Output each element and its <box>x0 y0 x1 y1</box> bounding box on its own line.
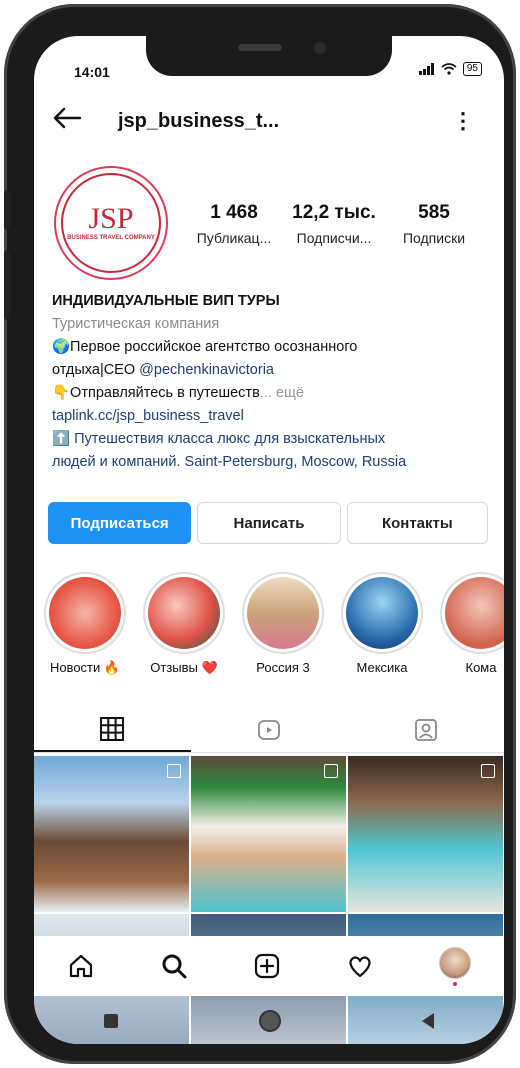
bio-line: отдыха|CEO @pechenkinavictoria <box>52 359 492 382</box>
brand-logo: JSP BUSINESS TRAVEL COMPANY <box>61 173 161 273</box>
add-icon[interactable] <box>253 952 281 980</box>
highlight-item[interactable]: Кома <box>440 572 504 676</box>
bio-website-link[interactable]: taplink.cc/jsp_business_travel <box>52 405 492 428</box>
highlight-label: Мексика <box>356 660 408 675</box>
recents-icon[interactable] <box>104 1014 119 1028</box>
stat-label: Подписчи... <box>296 230 372 246</box>
tagged-icon <box>414 719 437 741</box>
highlight-cover <box>445 577 504 649</box>
logo-subtext: BUSINESS TRAVEL COMPANY <box>67 235 155 241</box>
highlight-cover <box>49 577 121 649</box>
stat-value: 585 <box>418 202 450 223</box>
back-triangle-icon[interactable] <box>421 1013 434 1029</box>
highlight-label: Кома <box>465 660 497 675</box>
speaker <box>238 44 282 51</box>
stat-following[interactable]: 585 Подписки <box>384 202 484 246</box>
tab-tagged[interactable] <box>347 708 504 752</box>
profile-avatar[interactable] <box>439 946 472 986</box>
stat-value: 12,2 тыс. <box>292 202 376 223</box>
multi-post-icon <box>167 764 181 778</box>
status-icons: 95 <box>418 62 482 76</box>
top-bar: jsp_business_t... ⋮ <box>34 106 504 142</box>
highlight-item[interactable]: Мексика <box>341 572 423 676</box>
profile-username: jsp_business_t... <box>118 110 280 132</box>
tab-reels[interactable] <box>191 708 348 752</box>
tab-grid[interactable] <box>34 708 191 752</box>
profile-avatar[interactable]: JSP BUSINESS TRAVEL COMPANY <box>54 166 168 280</box>
stat-followers[interactable]: 12,2 тыс. Подписчи... <box>284 202 384 246</box>
bio-name: ИНДИВИДУАЛЬНЫЕ ВИП ТУРЫ <box>52 293 280 309</box>
bio-line: 👇Отправляйтесь в путешеств... ещё <box>52 382 492 405</box>
profile-actions: Подписаться Написать Контакты <box>48 502 488 544</box>
more-options-icon[interactable]: ⋮ <box>452 108 474 134</box>
contacts-button[interactable]: Контакты <box>346 502 488 544</box>
highlight-cover <box>148 577 220 649</box>
bio-line: 🌍Первое российское агентство осознанного <box>52 339 358 355</box>
highlight-cover <box>346 577 418 649</box>
highlight-item[interactable]: Отзывы ❤️ <box>143 572 225 676</box>
highlight-label: Новости 🔥 <box>49 660 121 675</box>
battery-indicator: 95 <box>462 62 482 76</box>
multi-post-icon <box>324 764 338 778</box>
search-icon[interactable] <box>160 952 188 980</box>
volume-button <box>4 190 10 230</box>
heart-icon[interactable] <box>346 952 374 980</box>
stat-label: Публикац... <box>196 230 272 246</box>
camera <box>314 42 326 54</box>
post-thumbnail[interactable] <box>34 756 189 912</box>
highlight-item[interactable]: Россия 3 <box>242 572 324 676</box>
multi-post-icon <box>481 764 495 778</box>
highlight-ring <box>440 572 504 654</box>
highlight-label: Отзывы ❤️ <box>150 660 218 675</box>
back-arrow-icon[interactable] <box>52 106 82 130</box>
mention-link[interactable]: @pechenkinavictoria <box>139 362 274 378</box>
highlight-item[interactable]: Новости 🔥 <box>44 572 126 676</box>
profile-tabs <box>34 708 504 753</box>
side-button <box>4 250 10 320</box>
more-link[interactable]: ... ещё <box>260 385 304 401</box>
logo-text: JSP <box>88 202 134 235</box>
screen: 14:01 95 jsp_business_t... ⋮ JSP BUSINES… <box>34 36 504 1044</box>
grid-icon <box>100 717 125 741</box>
bio-tagline: людей и компаний. Saint-Petersburg, Mosc… <box>52 454 407 470</box>
follow-button[interactable]: Подписаться <box>48 502 192 544</box>
notch <box>146 36 392 76</box>
profile-stats: 1 468 Публикац... 12,2 тыс. Подписчи... … <box>184 202 484 246</box>
highlight-ring <box>341 572 423 654</box>
stat-posts[interactable]: 1 468 Публикац... <box>184 202 284 246</box>
message-button[interactable]: Написать <box>197 502 341 544</box>
highlight-label: Россия 3 <box>256 660 310 675</box>
bio-tagline: ⬆️ Путешествия класса люкс для взыскател… <box>52 431 386 447</box>
wifi-icon <box>441 63 457 75</box>
home-icon[interactable] <box>67 952 95 980</box>
notification-dot <box>453 981 458 986</box>
reels-icon <box>258 720 280 740</box>
story-highlights: Новости 🔥 Отзывы ❤️ Россия 3 Мексика Ком… <box>44 572 504 676</box>
stat-label: Подписки <box>402 230 466 246</box>
post-thumbnail[interactable] <box>191 756 346 912</box>
bio-category: Туристическая компания <box>52 316 220 332</box>
bottom-nav <box>34 936 504 996</box>
highlight-cover <box>247 577 319 649</box>
nav-avatar-image <box>439 946 472 979</box>
home-button-icon[interactable] <box>258 1010 281 1032</box>
status-time: 14:01 <box>74 64 110 80</box>
highlight-ring <box>242 572 324 654</box>
post-thumbnail[interactable] <box>348 756 503 912</box>
highlight-ring <box>143 572 225 654</box>
system-nav-bar <box>34 998 504 1044</box>
profile-bio: ИНДИВИДУАЛЬНЫЕ ВИП ТУРЫ Туристическая ко… <box>52 290 492 474</box>
signal-icon <box>418 63 434 75</box>
bio-text: отдыха|CEO <box>52 362 140 378</box>
stat-value: 1 468 <box>210 202 258 223</box>
bio-text: 👇Отправляйтесь в путешеств <box>52 385 260 401</box>
highlight-ring <box>44 572 126 654</box>
